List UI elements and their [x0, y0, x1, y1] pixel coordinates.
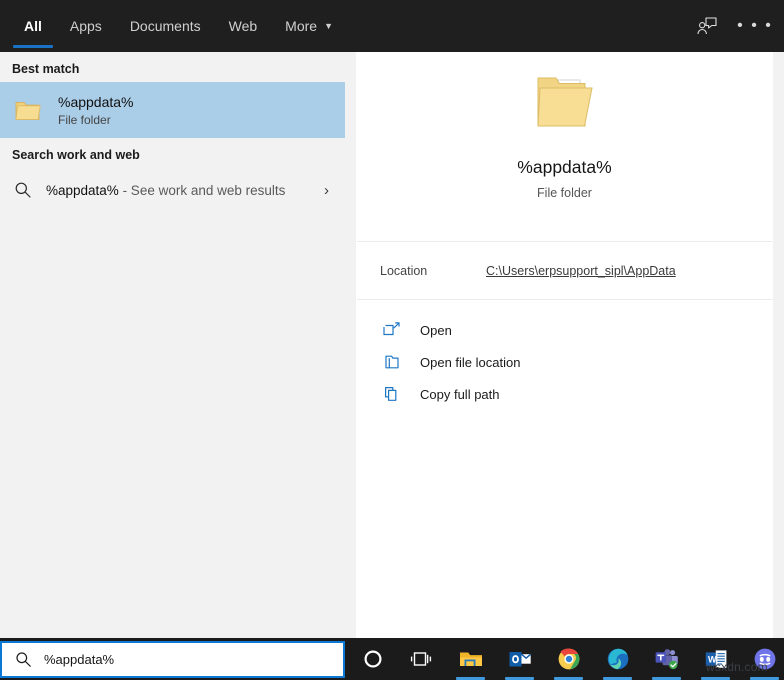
web-result-label: %appdata% - See work and web results [46, 183, 324, 198]
search-tabs: All Apps Documents Web More ▼ [10, 0, 347, 52]
web-result-suffix: - See work and web results [119, 183, 286, 198]
search-icon [12, 179, 34, 201]
chrome-icon [557, 647, 581, 671]
copy-icon [382, 384, 402, 404]
tab-documents[interactable]: Documents [116, 0, 215, 52]
tab-web[interactable]: Web [215, 0, 272, 52]
tab-apps-label: Apps [70, 18, 102, 34]
results-list: Best match %appdata% File folder Search … [0, 52, 345, 638]
result-item-web-search[interactable]: %appdata% - See work and web results › [0, 168, 345, 212]
open-external-icon [382, 320, 402, 340]
taskbar-item-discord[interactable] [740, 638, 784, 680]
taskbar-icons: W [348, 638, 784, 680]
taskbar-item-outlook[interactable] [495, 638, 544, 680]
tab-all-label: All [24, 18, 42, 34]
tab-more[interactable]: More ▼ [271, 0, 347, 52]
header-actions: • • • [686, 0, 776, 52]
location-link[interactable]: C:\Users\erpsupport_sipl\AppData [486, 264, 676, 278]
location-label: Location [380, 264, 486, 278]
tab-active-underline [13, 45, 53, 48]
taskbar-item-chrome[interactable] [544, 638, 593, 680]
taskbar-item-file-explorer[interactable] [446, 638, 495, 680]
result-item-text: %appdata% File folder [58, 93, 335, 128]
taskbar-item-edge[interactable] [593, 638, 642, 680]
search-work-and-web-header: Search work and web [0, 138, 345, 168]
search-input[interactable]: %appdata% [0, 641, 345, 678]
preview-hero: %appdata% File folder [356, 52, 773, 241]
taskbar-item-cortana[interactable] [348, 638, 397, 680]
search-flyout: All Apps Documents Web More ▼ [0, 0, 784, 638]
result-item-subtitle: File folder [58, 112, 335, 128]
action-open-label: Open [420, 323, 452, 338]
location-row: Location C:\Users\erpsupport_sipl\AppDat… [356, 242, 773, 299]
open-file-location-icon [382, 352, 402, 372]
edge-icon [606, 647, 630, 671]
discord-icon [753, 647, 777, 671]
feedback-person-icon [696, 16, 718, 36]
result-item-title: %appdata% [58, 93, 335, 111]
teams-icon [654, 647, 680, 671]
cortana-icon [362, 648, 384, 670]
action-open[interactable]: Open [356, 314, 773, 346]
tab-more-label: More [285, 18, 317, 34]
tab-web-label: Web [229, 18, 258, 34]
taskbar-item-word[interactable]: W [691, 638, 740, 680]
feedback-button[interactable] [686, 5, 728, 47]
preview-pane: %appdata% File folder Location C:\Users\… [356, 52, 773, 638]
search-input-value: %appdata% [44, 652, 114, 667]
preview-actions: Open Open file location [356, 300, 773, 410]
chevron-right-icon[interactable]: › [324, 182, 335, 199]
action-copy-full-path-label: Copy full path [420, 387, 500, 402]
taskbar-item-task-view[interactable] [397, 638, 446, 680]
action-open-file-location[interactable]: Open file location [356, 346, 773, 378]
action-open-file-location-label: Open file location [420, 355, 520, 370]
action-copy-full-path[interactable]: Copy full path [356, 378, 773, 410]
preview-subtitle: File folder [537, 186, 592, 200]
result-item-appdata[interactable]: %appdata% File folder [0, 82, 345, 138]
word-icon: W [704, 648, 728, 670]
ellipsis-icon: • • • [737, 18, 773, 34]
chevron-down-icon: ▼ [324, 22, 333, 31]
more-options-button[interactable]: • • • [734, 5, 776, 47]
tab-apps[interactable]: Apps [56, 0, 116, 52]
search-icon [14, 651, 32, 669]
taskbar-item-teams[interactable] [642, 638, 691, 680]
preview-title: %appdata% [517, 157, 611, 178]
tab-documents-label: Documents [130, 18, 201, 34]
tab-all[interactable]: All [10, 0, 56, 52]
best-match-header: Best match [0, 52, 345, 82]
outlook-icon [508, 648, 532, 670]
web-result-query: %appdata% [46, 183, 119, 198]
folder-icon [12, 94, 44, 126]
folder-large-icon [528, 74, 602, 145]
file-explorer-icon [458, 648, 484, 670]
task-view-icon [410, 648, 434, 670]
svg-text:W: W [708, 654, 717, 664]
search-header: All Apps Documents Web More ▼ [0, 0, 784, 52]
